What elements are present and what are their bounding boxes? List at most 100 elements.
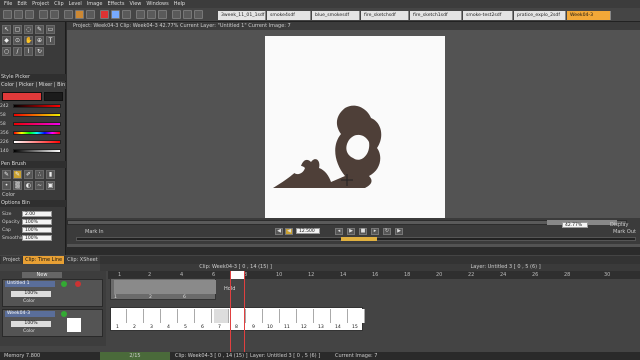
tab-xsheet[interactable]: Clip: XSheet [65,256,100,264]
frame-thumbnail[interactable] [299,309,314,323]
mask-icon[interactable]: ▣ [46,181,55,190]
frame-thumbnail[interactable] [163,309,178,323]
eraser-tool-icon[interactable]: ▭ [46,25,55,34]
frame-thumbnail[interactable] [197,309,212,323]
warp-tool-icon[interactable]: ⌇ [24,47,33,56]
current-color-swatch[interactable] [2,92,42,101]
size-field[interactable]: 2.00 [22,211,52,217]
menu-effects[interactable]: Effects [108,1,125,7]
saturation-slider[interactable] [13,140,61,144]
layout-icon[interactable] [158,10,167,19]
lightbox-icon[interactable] [86,10,95,19]
zoom-field[interactable]: 42.77% [562,222,588,228]
file-tab[interactable]: pratice_explo_2sdf [514,11,566,20]
undo-icon[interactable] [39,10,48,19]
layer-name[interactable]: Week04-3 [5,311,55,317]
line-tool-icon[interactable]: / [13,47,22,56]
file-tab[interactable]: smoke4sdf [267,11,311,20]
picker-tabs[interactable]: Color | Picker | Mixer | Bin [0,82,66,89]
file-tab[interactable]: smoke-test2sdf [463,11,513,20]
frame-thumbnail[interactable] [316,309,331,323]
fps-field[interactable]: 12.500 [296,228,320,234]
layer-row[interactable]: Week04-3 100% Color [2,309,103,337]
color-icon[interactable] [111,10,120,19]
menu-help[interactable]: Help [174,1,185,7]
save-icon[interactable] [25,10,34,19]
arrow-tool-icon[interactable]: ↖ [2,25,11,34]
file-tab-active[interactable]: Week04-3 [567,11,611,20]
file-tab[interactable]: blue_smokesdf [312,11,360,20]
menu-edit[interactable]: Edit [17,1,27,7]
airbrush-icon[interactable]: ∴ [35,170,44,179]
value-slider[interactable] [13,149,61,153]
menu-windows[interactable]: Windows [146,1,168,7]
help-icon[interactable] [194,10,203,19]
hand-tool-icon[interactable]: ✋ [24,36,33,45]
paint-icon[interactable] [75,10,84,19]
last-frame-button[interactable]: ▶ [395,228,403,235]
frame-thumbnail[interactable] [350,309,365,323]
frame-thumbnail[interactable] [112,309,127,323]
play-reverse-button[interactable]: ◀ [285,228,293,235]
layer-opacity[interactable]: 100% [11,321,51,327]
play-button[interactable]: ▶ [347,228,355,235]
tab-project[interactable]: Project [1,256,23,264]
file-tab[interactable]: fire_sketch1sdf [410,11,462,20]
marker-icon[interactable]: ▮ [46,170,55,179]
new-layer-button[interactable]: New [22,272,62,278]
palette-icon[interactable] [172,10,181,19]
brush-icon[interactable]: ✎ [13,170,22,179]
opacity-field[interactable]: 100% [22,219,52,225]
file-tab[interactable]: 3week_11_01_1sdf [218,11,266,20]
text-tool-icon[interactable]: T [46,36,55,45]
blend-icon[interactable]: ◐ [24,181,33,190]
empty-cel-block[interactable] [114,280,216,294]
brush-tool-icon[interactable]: ✎ [35,25,44,34]
previous-color-swatch[interactable] [44,92,63,101]
visibility-icon[interactable] [61,311,67,317]
layer-track-1[interactable]: 1 2 6 [110,278,216,300]
layer-row[interactable]: Untitled 1 100% Color [2,279,103,307]
layer-name[interactable]: Untitled 1 [5,281,55,287]
menu-view[interactable]: View [130,1,142,7]
drawing-canvas[interactable] [265,36,445,218]
frame-thumbnail[interactable] [265,309,280,323]
pen-icon[interactable]: ✎ [2,170,11,179]
lock-icon[interactable] [75,281,81,287]
layer-color[interactable]: Color [11,299,51,305]
blue-slider[interactable] [13,122,61,126]
stop-button[interactable]: ■ [359,228,367,235]
frame-thumbnail[interactable] [180,309,195,323]
menu-project[interactable]: Project [32,1,49,7]
cut-icon[interactable] [64,10,73,19]
menu-clip[interactable]: Clip [54,1,63,7]
visibility-icon[interactable] [61,281,67,287]
tab-timeline[interactable]: Clip: Time Line [23,256,65,264]
onion-skin-icon[interactable] [136,10,145,19]
pencil-icon[interactable]: ✐ [24,170,33,179]
rewind-button[interactable]: ◀ [275,228,283,235]
frame-thumbnail[interactable] [333,309,348,323]
record-icon[interactable] [100,10,109,19]
menu-image[interactable]: Image [87,1,103,7]
shape-tool-icon[interactable]: ○ [2,47,11,56]
red-slider[interactable] [13,104,61,108]
file-tab[interactable]: fire_sketchsdf [361,11,409,20]
layer-track-2[interactable]: 1 2 3 4 5 6 7 8 9 10 11 12 13 14 15 [110,307,365,331]
frame-thumbnail[interactable] [248,309,263,323]
cap-field[interactable]: 100% [22,227,52,233]
picker-tool-icon[interactable]: ⊙ [13,36,22,45]
frame-thumbnail[interactable] [282,309,297,323]
prev-frame-button[interactable]: ◂ [335,228,343,235]
grid-icon[interactable] [122,10,131,19]
selection-tool-icon[interactable]: ▢ [13,25,22,34]
green-slider[interactable] [13,113,61,117]
horizontal-scrollbar[interactable] [67,220,627,225]
options-tabs[interactable]: Options Bin [0,200,66,207]
open-icon[interactable] [14,10,23,19]
fill-tool-icon[interactable]: ◆ [2,36,11,45]
texture-icon[interactable]: ▒ [13,181,22,190]
menu-level[interactable]: Level [69,1,82,7]
redo-icon[interactable] [50,10,59,19]
layer-color[interactable]: Color [11,329,51,335]
